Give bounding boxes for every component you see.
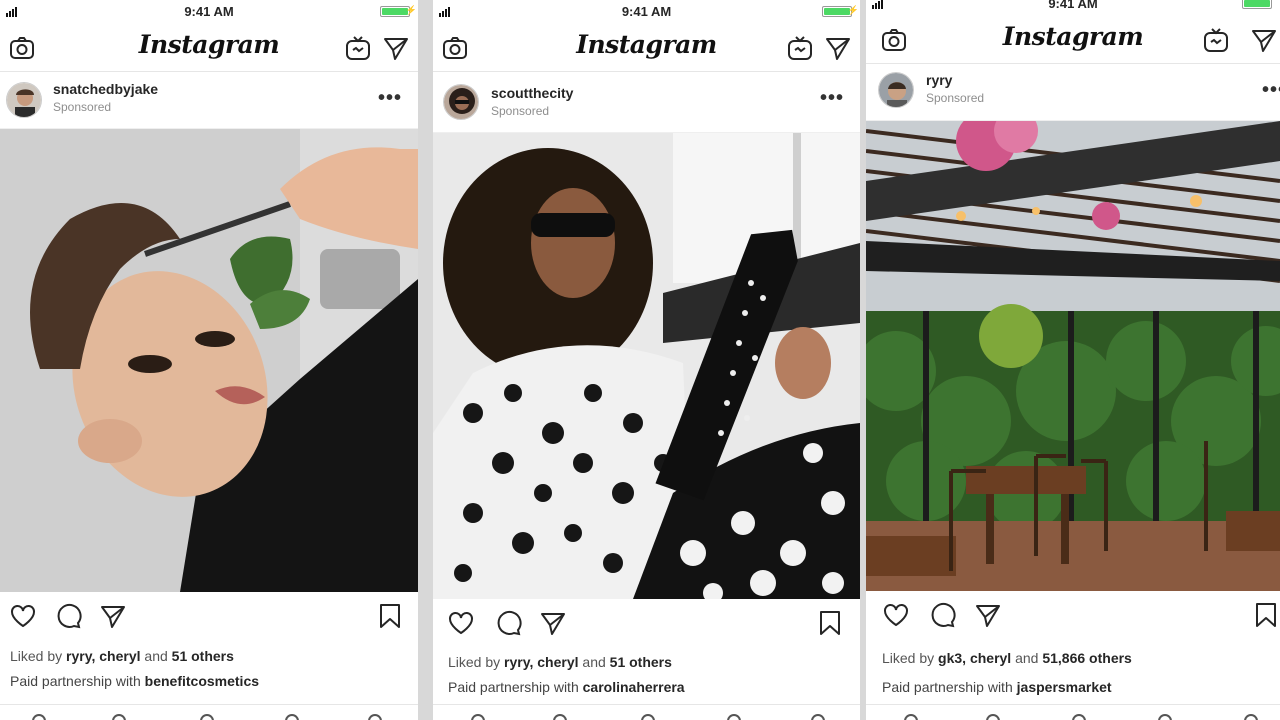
profile-tab-icon[interactable] — [368, 714, 382, 720]
bottom-tab-bar — [866, 704, 1280, 720]
post-actions — [866, 591, 1280, 641]
post-image[interactable] — [433, 133, 860, 599]
igtv-icon[interactable] — [344, 34, 372, 62]
status-bar: 9:41 AM — [866, 0, 1280, 14]
paid-partnership-line: Paid partnership with jaspersmarket — [882, 679, 1112, 695]
post-username[interactable]: ryry — [926, 72, 952, 88]
likes-line: Liked by ryry, cheryl and 51 others — [10, 648, 234, 664]
bottom-tab-bar — [0, 704, 418, 720]
likes-users[interactable]: ryry, cheryl — [504, 654, 578, 670]
post-image[interactable] — [866, 121, 1280, 591]
avatar[interactable] — [443, 84, 479, 120]
likes-and: and — [144, 648, 168, 664]
bookmark-icon[interactable] — [1252, 601, 1280, 629]
igtv-icon[interactable] — [786, 34, 814, 62]
likes-prefix: Liked by — [882, 650, 935, 666]
activity-tab-icon[interactable] — [727, 714, 741, 720]
sponsored-label: Sponsored — [491, 104, 550, 118]
status-bar: 9:41 AM ⚡ — [433, 0, 860, 22]
status-time: 9:41 AM — [184, 4, 234, 19]
activity-tab-icon[interactable] — [1158, 714, 1172, 720]
partner-prefix: Paid partnership with — [882, 679, 1013, 695]
new-post-tab-icon[interactable] — [200, 714, 214, 720]
igtv-icon[interactable] — [1202, 26, 1230, 54]
post-username[interactable]: snatchedbyjake — [53, 81, 158, 97]
bookmark-icon[interactable] — [376, 602, 404, 630]
post-image[interactable] — [0, 129, 418, 592]
search-tab-icon[interactable] — [553, 714, 567, 720]
phone-screen-2: 9:41 AM ⚡ Instagram scoutthecity Sponsor… — [433, 0, 860, 720]
profile-tab-icon[interactable] — [811, 714, 825, 720]
heart-icon[interactable] — [9, 602, 37, 630]
top-nav: Instagram — [433, 22, 860, 72]
paid-partnership-line: Paid partnership with carolinaherrera — [448, 679, 685, 695]
likes-prefix: Liked by — [448, 654, 501, 670]
partner-prefix: Paid partnership with — [10, 673, 141, 689]
sponsored-label: Sponsored — [926, 91, 985, 105]
search-tab-icon[interactable] — [986, 714, 1000, 720]
heart-icon[interactable] — [447, 609, 475, 637]
post-header: scoutthecity Sponsored ••• — [433, 72, 860, 133]
more-options-icon[interactable]: ••• — [378, 87, 402, 110]
post-actions — [433, 599, 860, 649]
top-nav: Instagram — [866, 14, 1280, 64]
search-tab-icon[interactable] — [112, 714, 126, 720]
direct-message-icon[interactable] — [1250, 26, 1278, 54]
likes-others[interactable]: 51,866 others — [1042, 650, 1132, 666]
profile-tab-icon[interactable] — [1244, 714, 1258, 720]
new-post-tab-icon[interactable] — [641, 714, 655, 720]
phone-screen-3: 9:41 AM Instagram ryry Sponsored ••• — [866, 0, 1280, 720]
likes-and: and — [1015, 650, 1039, 666]
likes-line: Liked by gk3, cheryl and 51,866 others — [882, 650, 1132, 666]
activity-tab-icon[interactable] — [285, 714, 299, 720]
more-options-icon[interactable]: ••• — [1262, 79, 1280, 102]
new-post-tab-icon[interactable] — [1072, 714, 1086, 720]
more-options-icon[interactable]: ••• — [820, 87, 844, 110]
post-actions — [0, 592, 418, 642]
direct-message-icon[interactable] — [382, 34, 410, 62]
likes-line: Liked by ryry, cheryl and 51 others — [448, 654, 672, 670]
comment-icon[interactable] — [54, 602, 82, 630]
partner-name[interactable]: benefitcosmetics — [145, 673, 259, 689]
status-time: 9:41 AM — [621, 4, 672, 19]
post-header: ryry Sponsored ••• — [866, 64, 1280, 121]
status-bar: 9:41 AM ⚡ — [0, 0, 418, 22]
direct-message-icon[interactable] — [824, 34, 852, 62]
likes-others[interactable]: 51 others — [172, 648, 234, 664]
share-icon[interactable] — [974, 601, 1002, 629]
comment-icon[interactable] — [494, 609, 522, 637]
post-header: snatchedbyjake Sponsored ••• — [0, 72, 418, 129]
home-tab-icon[interactable] — [471, 714, 485, 720]
sponsored-label: Sponsored — [53, 100, 112, 114]
home-tab-icon[interactable] — [32, 714, 46, 720]
comment-icon[interactable] — [928, 601, 956, 629]
likes-users[interactable]: ryry, cheryl — [66, 648, 140, 664]
partner-name[interactable]: carolinaherrera — [583, 679, 685, 695]
charging-icon: ⚡ — [405, 5, 417, 15]
likes-and: and — [582, 654, 606, 670]
charging-icon: ⚡ — [847, 5, 859, 15]
top-nav: Instagram — [0, 22, 418, 72]
bottom-tab-bar — [433, 704, 860, 720]
battery-icon — [1242, 0, 1272, 9]
likes-users[interactable]: gk3, cheryl — [938, 650, 1011, 666]
bookmark-icon[interactable] — [816, 609, 844, 637]
status-time: 9:41 AM — [1048, 0, 1098, 11]
likes-others[interactable]: 51 others — [610, 654, 672, 670]
heart-icon[interactable] — [882, 601, 910, 629]
share-icon[interactable] — [539, 609, 567, 637]
partner-name[interactable]: jaspersmarket — [1017, 679, 1112, 695]
avatar[interactable] — [878, 72, 914, 108]
avatar[interactable] — [6, 82, 42, 118]
partner-prefix: Paid partnership with — [448, 679, 579, 695]
home-tab-icon[interactable] — [904, 714, 918, 720]
paid-partnership-line: Paid partnership with benefitcosmetics — [10, 673, 259, 689]
share-icon[interactable] — [99, 602, 127, 630]
post-username[interactable]: scoutthecity — [491, 85, 573, 101]
likes-prefix: Liked by — [10, 648, 63, 664]
phone-screen-1: 9:41 AM ⚡ Instagram snatchedbyjake Spons… — [0, 0, 418, 720]
